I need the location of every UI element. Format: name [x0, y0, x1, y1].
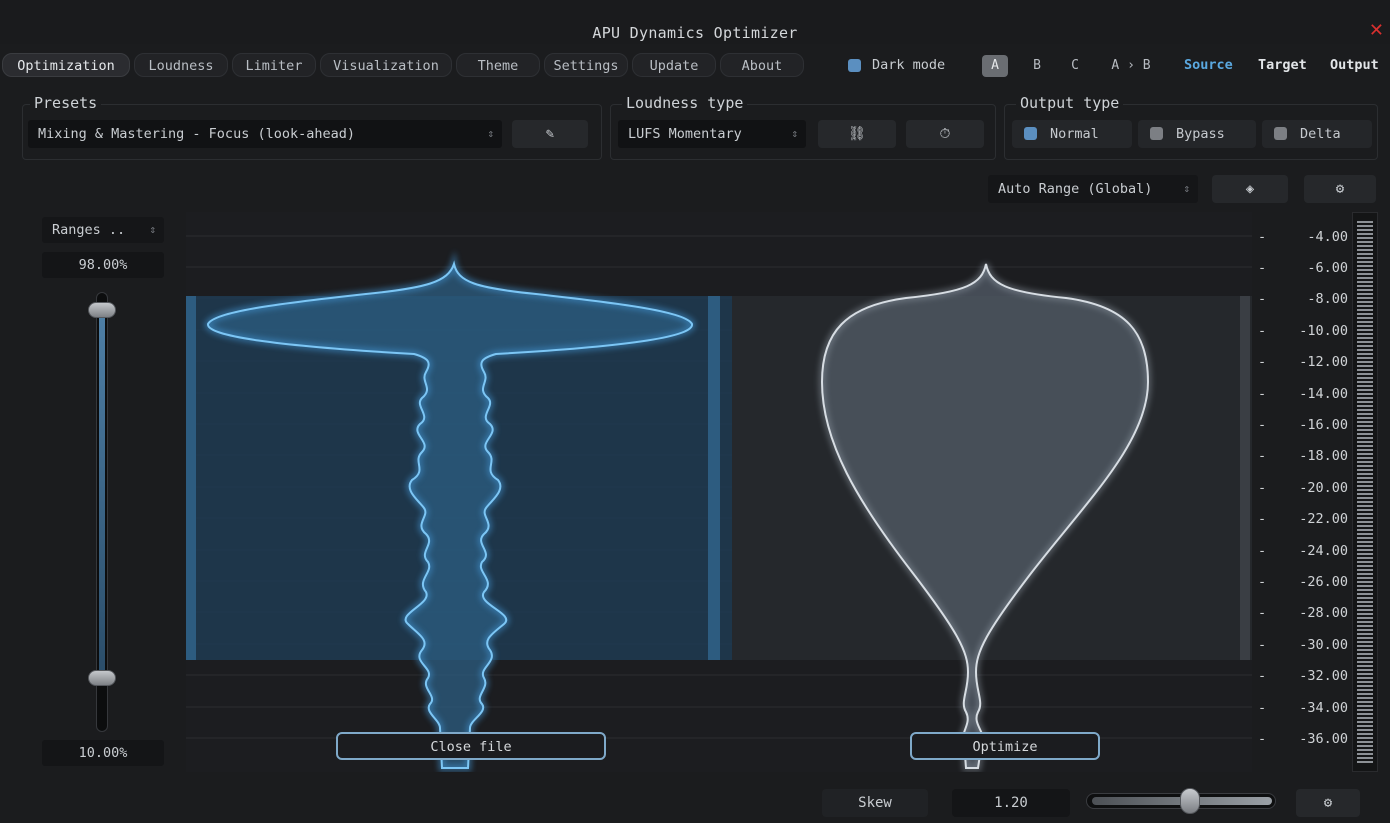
skew-value-field[interactable]: 1.20	[952, 789, 1070, 817]
scale-tick: - -30.00	[1258, 637, 1348, 653]
tab-optimization[interactable]: Optimization	[2, 53, 130, 77]
scale-tick: - -8.00	[1258, 291, 1348, 307]
output-bypass-option[interactable]: Bypass	[1138, 120, 1256, 148]
lower-range-value[interactable]: 10.00%	[42, 740, 164, 766]
view-target[interactable]: Target	[1258, 57, 1307, 73]
bypass-checkbox	[1150, 127, 1163, 140]
gear-icon: ⚙	[1323, 795, 1333, 811]
scale-tick: - -28.00	[1258, 605, 1348, 621]
layers-icon: ◈	[1245, 181, 1255, 197]
level-meter	[1352, 212, 1378, 772]
view-output[interactable]: Output	[1330, 57, 1379, 73]
target-range-edge	[1240, 296, 1250, 660]
range-settings-button[interactable]: ⚙	[1304, 175, 1376, 203]
skew-settings-button[interactable]: ⚙	[1296, 789, 1360, 817]
tab-loudness[interactable]: Loudness	[134, 53, 228, 77]
scale-tick: - -20.00	[1258, 480, 1348, 496]
source-range-edge-right	[708, 296, 720, 660]
link-button[interactable]: ⛓	[818, 120, 896, 148]
view-source[interactable]: Source	[1184, 57, 1233, 73]
copy-a-to-b-button[interactable]: A › B	[1100, 55, 1162, 77]
bypass-label: Bypass	[1176, 126, 1225, 142]
normal-label: Normal	[1050, 126, 1099, 142]
output-delta-option[interactable]: Delta	[1262, 120, 1372, 148]
pencil-icon: ✎	[545, 126, 555, 142]
dark-mode-label: Dark mode	[872, 57, 946, 73]
up-down-icon: ⇕	[791, 127, 798, 140]
delta-label: Delta	[1300, 126, 1341, 142]
auto-range-value: Auto Range (Global)	[998, 181, 1153, 197]
range-slider-fill	[99, 310, 105, 680]
gear-icon: ⚙	[1335, 181, 1345, 197]
up-down-icon: ⇕	[487, 127, 494, 140]
loudness-type-select[interactable]: LUFS Momentary ⇕	[618, 120, 806, 148]
snapshot-b-button[interactable]: B	[1024, 55, 1050, 77]
timer-button[interactable]: ⏱	[906, 120, 984, 148]
tab-settings[interactable]: Settings	[544, 53, 628, 77]
lower-range-thumb[interactable]	[88, 670, 116, 686]
tab-visualization[interactable]: Visualization	[320, 53, 452, 77]
edit-preset-button[interactable]: ✎	[512, 120, 588, 148]
scale-tick: - -22.00	[1258, 511, 1348, 527]
dynamics-plot	[186, 212, 1252, 772]
layers-button[interactable]: ◈	[1212, 175, 1288, 203]
skew-slider-thumb[interactable]	[1180, 788, 1200, 814]
up-down-icon: ⇕	[149, 223, 156, 236]
delta-checkbox	[1274, 127, 1287, 140]
skew-label: Skew	[822, 789, 928, 817]
preset-select[interactable]: Mixing & Mastering - Focus (look-ahead) …	[28, 120, 502, 148]
upper-range-value[interactable]: 98.00%	[42, 252, 164, 278]
optimize-button[interactable]: Optimize	[910, 732, 1100, 760]
link-icon: ⛓	[848, 126, 866, 142]
scale-tick: - -24.00	[1258, 543, 1348, 559]
loudness-type-label: Loudness type	[622, 94, 748, 112]
ranges-select[interactable]: Ranges .. ⇕	[42, 217, 164, 243]
scale-tick: - -6.00	[1258, 260, 1348, 276]
tab-bar: Optimization Loudness Limiter Visualizat…	[0, 53, 1390, 78]
scale-tick: - -4.00	[1258, 229, 1348, 245]
scale-tick: - -26.00	[1258, 574, 1348, 590]
snapshot-a-button[interactable]: A	[982, 55, 1008, 77]
output-normal-option[interactable]: Normal	[1012, 120, 1132, 148]
tab-update[interactable]: Update	[632, 53, 716, 77]
upper-range-thumb[interactable]	[88, 302, 116, 318]
tab-limiter[interactable]: Limiter	[232, 53, 316, 77]
tab-theme[interactable]: Theme	[456, 53, 540, 77]
presets-label: Presets	[30, 94, 102, 112]
source-range-edge-left	[186, 296, 196, 660]
loudness-type-value: LUFS Momentary	[628, 126, 742, 142]
scale-tick: - -16.00	[1258, 417, 1348, 433]
snapshot-c-button[interactable]: C	[1062, 55, 1088, 77]
up-down-icon: ⇕	[1183, 182, 1190, 195]
ranges-label: Ranges ..	[52, 222, 126, 238]
preset-value: Mixing & Mastering - Focus (look-ahead)	[38, 126, 355, 142]
stopwatch-icon: ⏱	[939, 126, 951, 142]
scale-tick: - -34.00	[1258, 700, 1348, 716]
scale-tick: - -36.00	[1258, 731, 1348, 747]
app-title: APU Dynamics Optimizer	[592, 24, 798, 42]
scale-tick: - -18.00	[1258, 448, 1348, 464]
output-type-label: Output type	[1016, 94, 1124, 112]
dark-mode-checkbox[interactable]	[848, 59, 861, 72]
dynamics-plot-svg	[186, 235, 1252, 772]
scale-tick: - -10.00	[1258, 323, 1348, 339]
level-meter-svg	[1353, 221, 1377, 765]
scale-tick: - -14.00	[1258, 386, 1348, 402]
tab-about[interactable]: About	[720, 53, 804, 77]
auto-range-select[interactable]: Auto Range (Global) ⇕	[988, 175, 1198, 203]
scale-tick: - -32.00	[1258, 668, 1348, 684]
scale-tick: - -12.00	[1258, 354, 1348, 370]
close-icon[interactable]: ✕	[1369, 22, 1384, 40]
normal-checkbox	[1024, 127, 1037, 140]
close-file-button[interactable]: Close file	[336, 732, 606, 760]
